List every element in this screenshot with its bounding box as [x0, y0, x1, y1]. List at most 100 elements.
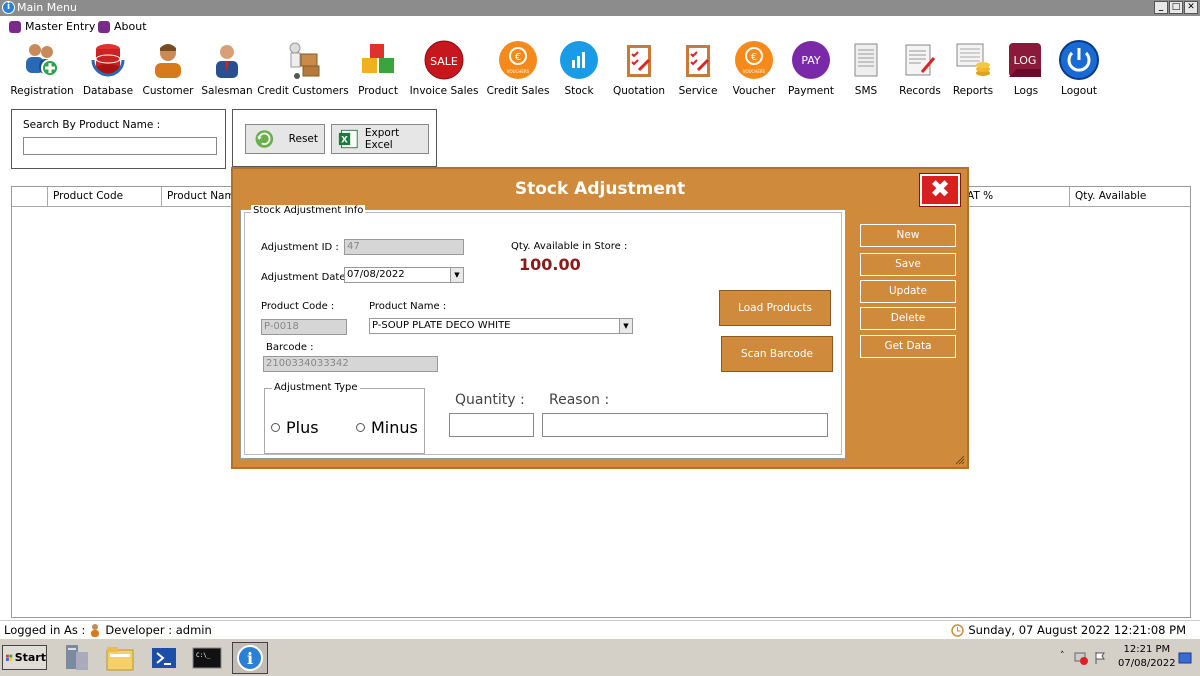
voucher-badge: VOUCHERS: [743, 69, 766, 74]
logged-in-label: Logged in As :: [4, 623, 86, 637]
product-code-field[interactable]: P-0018: [261, 319, 347, 335]
toolbar-salesman-label: Salesman: [201, 85, 253, 97]
taskbar-clock[interactable]: 12:21 PM 07/08/2022: [1118, 643, 1176, 671]
svg-text:X: X: [341, 135, 348, 145]
start-button[interactable]: Start: [2, 645, 47, 670]
database-icon: [91, 44, 125, 77]
load-products-button[interactable]: Load Products: [719, 290, 831, 326]
stock-adjustment-info-panel: Stock Adjustment Info Adjustment ID : 47…: [240, 205, 846, 459]
delete-button[interactable]: Delete: [860, 307, 956, 330]
show-hidden-icons[interactable]: ˄: [1060, 651, 1065, 661]
adjustment-date-picker[interactable]: 07/08/2022 ▼: [344, 267, 464, 283]
toolbar-credit-customers-label: Credit Customers: [257, 85, 349, 97]
toolbar-voucher-label: Voucher: [732, 85, 776, 97]
menu-master-entry[interactable]: Master Entry: [9, 20, 95, 33]
reason-field[interactable]: [542, 413, 828, 437]
main-toolbar: Registration Database Customer Salesman …: [0, 38, 1200, 102]
toolbar-quotation-label: Quotation: [612, 85, 666, 97]
chevron-down-icon[interactable]: ▼: [450, 268, 463, 282]
salesman-icon: [216, 45, 238, 78]
get-data-button[interactable]: Get Data: [860, 335, 956, 358]
search-label: Search By Product Name :: [23, 119, 161, 131]
minimize-button[interactable]: _: [1154, 1, 1168, 14]
folder-icon: [106, 647, 134, 671]
master-entry-icon: [9, 20, 21, 33]
product-icon: [362, 44, 394, 73]
qty-available-value: 100.00: [519, 255, 581, 274]
logs-badge: LOG: [1014, 54, 1037, 67]
column-qty-available[interactable]: Qty. Available: [1070, 187, 1191, 206]
scan-barcode-button[interactable]: Scan Barcode: [721, 336, 833, 372]
resize-grip-icon[interactable]: [955, 455, 965, 465]
reset-label: Reset: [288, 133, 318, 145]
toolbar-reports-label: Reports: [952, 85, 994, 97]
panel-caption: Stock Adjustment Info: [251, 205, 366, 216]
product-name-select[interactable]: P-SOUP PLATE DECO WHITE ▼: [369, 318, 633, 334]
product-name-label: Product Name :: [369, 301, 447, 312]
minus-radio-label: Minus: [371, 418, 418, 437]
quantity-label: Quantity :: [455, 392, 525, 408]
reset-icon: [255, 130, 274, 148]
dialog-title: Stock Adjustment: [514, 179, 686, 199]
credit-sales-badge: VOUCHERS: [507, 69, 530, 74]
menu-master-entry-label: Master Entry: [25, 20, 96, 33]
clock-icon: [951, 623, 965, 637]
adjustment-type-label: Adjustment Type: [272, 382, 360, 393]
column-vat[interactable]: AT %: [962, 187, 1070, 206]
chevron-down-icon[interactable]: ▼: [619, 319, 632, 333]
svg-text:€: €: [751, 52, 757, 63]
show-desktop-icon[interactable]: [1178, 652, 1192, 664]
app-info-icon: i: [237, 645, 263, 671]
dialog-close-button[interactable]: ✖: [919, 173, 961, 207]
taskbar-server-manager[interactable]: [58, 642, 94, 674]
export-excel-label: Export Excel: [364, 127, 400, 151]
menu-about[interactable]: About: [98, 20, 147, 33]
new-button[interactable]: New: [860, 224, 956, 247]
adjustment-date-value: 07/08/2022: [347, 269, 405, 280]
taskbar-date: 07/08/2022: [1118, 658, 1176, 669]
minus-radio[interactable]: Minus: [356, 418, 418, 437]
svg-text:€: €: [515, 52, 521, 63]
credit-sales-icon: € VOUCHERS: [499, 41, 537, 79]
toolbar-service-label: Service: [678, 85, 718, 97]
taskbar-explorer[interactable]: [102, 642, 138, 674]
adjustment-date-label: Adjustment Date :: [261, 272, 353, 283]
quantity-field[interactable]: [449, 413, 534, 437]
adjustment-id-field[interactable]: 47: [344, 239, 464, 255]
close-window-button[interactable]: ✕: [1184, 1, 1198, 14]
save-button[interactable]: Save: [860, 253, 956, 276]
service-icon: [686, 45, 710, 77]
search-input[interactable]: [23, 137, 217, 155]
payment-icon: PAY: [792, 41, 830, 79]
update-button[interactable]: Update: [860, 280, 956, 303]
start-label: Start: [14, 651, 46, 664]
status-bar: Logged in As : Developer : admin Sunday,…: [0, 620, 1200, 637]
toolbar-sms-label: SMS: [854, 85, 878, 97]
logs-icon: LOG: [1009, 43, 1041, 77]
windows-logo-icon: [6, 654, 13, 661]
barcode-field[interactable]: 2100334033342: [263, 356, 438, 372]
user-icon: [91, 624, 100, 637]
column-product-code[interactable]: Product Code: [48, 187, 162, 206]
payment-badge: PAY: [801, 54, 821, 67]
taskbar-main-menu-app[interactable]: i: [232, 642, 268, 674]
toolbar-customer-label: Customer: [142, 85, 194, 97]
svg-text:i: i: [247, 649, 253, 668]
reset-button[interactable]: Reset: [245, 124, 325, 154]
taskbar-command-prompt[interactable]: C:\_: [189, 642, 225, 674]
action-center-flag-icon[interactable]: [1093, 651, 1107, 665]
product-name-value: P-SOUP PLATE DECO WHITE: [372, 320, 511, 331]
column-product-name[interactable]: Product Nam: [162, 187, 232, 206]
credit-customers-icon: [289, 42, 320, 79]
network-icon[interactable]: [1074, 651, 1088, 665]
registration-icon: [26, 44, 59, 77]
toolbar-registration-label: Registration: [10, 85, 74, 97]
app-info-icon: i: [2, 1, 15, 14]
invoice-sales-icon: SALE: [424, 40, 464, 80]
taskbar-powershell[interactable]: [146, 642, 182, 674]
voucher-icon: € VOUCHERS: [735, 41, 773, 79]
maximize-button[interactable]: □: [1169, 1, 1183, 14]
export-excel-button[interactable]: X Export Excel: [331, 124, 429, 154]
logout-icon: [1059, 40, 1099, 80]
plus-radio[interactable]: Plus: [271, 418, 319, 437]
